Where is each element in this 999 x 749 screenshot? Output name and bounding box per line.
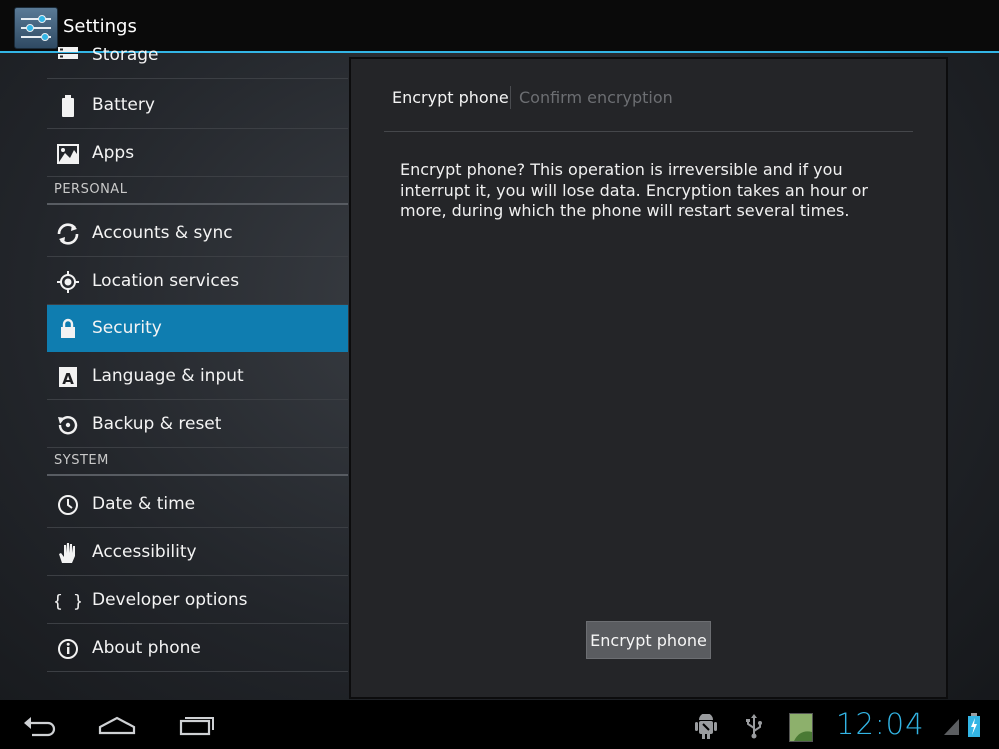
encrypt-warning-text: Encrypt phone? This operation is irrever…: [400, 160, 868, 220]
braces-icon: { }: [53, 589, 84, 613]
sidebar-item-apps[interactable]: Apps: [47, 130, 348, 177]
sidebar-item-label: Date & time: [92, 494, 196, 514]
sidebar-item-label: Accounts & sync: [92, 223, 233, 243]
apps-icon: [55, 142, 81, 166]
sidebar-item-about-phone[interactable]: About phone: [47, 625, 348, 672]
back-icon[interactable]: [16, 708, 66, 742]
section-header-label: SYSTEM: [54, 453, 109, 468]
svg-text:A: A: [62, 370, 74, 388]
storage-icon: [55, 44, 81, 68]
sidebar-item-label: About phone: [92, 638, 201, 658]
encrypt-phone-button[interactable]: Encrypt phone: [586, 621, 711, 659]
sidebar-item-label: Security: [92, 318, 162, 338]
location-icon: [55, 270, 81, 294]
sidebar-item-accounts-sync[interactable]: Accounts & sync: [47, 210, 348, 257]
sidebar-item-backup-reset[interactable]: Backup & reset: [47, 401, 348, 448]
sidebar-item-accessibility[interactable]: Accessibility: [47, 529, 348, 576]
recent-apps-icon[interactable]: [171, 708, 221, 742]
sidebar-item-label: Backup & reset: [92, 414, 222, 434]
breadcrumb-encrypt-phone[interactable]: Encrypt phone: [392, 88, 509, 107]
sidebar-item-label: Accessibility: [92, 542, 197, 562]
svg-text:{ }: { }: [55, 592, 81, 612]
section-header-system: SYSTEM: [47, 448, 348, 476]
sidebar-item-label: Language & input: [92, 366, 244, 386]
navigation-bar: 12:04: [0, 700, 999, 749]
backup-icon: [55, 413, 81, 437]
sidebar-item-label: Developer options: [92, 590, 248, 610]
panel-divider: [384, 131, 913, 132]
signal-icon[interactable]: [944, 715, 960, 741]
language-icon: A: [55, 365, 81, 389]
hand-icon: [55, 541, 81, 565]
section-header-label: PERSONAL: [54, 182, 128, 197]
sidebar-item-label: Location services: [92, 271, 240, 291]
battery-charging-icon[interactable]: [966, 712, 982, 742]
usb-icon[interactable]: [744, 714, 764, 744]
home-icon[interactable]: [92, 708, 142, 742]
sidebar-item-label: Apps: [92, 143, 135, 163]
encrypt-panel: Encrypt phone Confirm encryption Encrypt…: [349, 57, 948, 699]
breadcrumb-separator: [510, 86, 511, 109]
sidebar-item-date-time[interactable]: Date & time: [47, 481, 348, 528]
sidebar-item-storage[interactable]: Storage: [47, 32, 348, 79]
sync-icon: [55, 222, 81, 246]
lock-icon: [55, 317, 81, 341]
battery-icon: [55, 94, 81, 118]
sidebar-item-label: Battery: [92, 95, 155, 115]
sidebar-item-label: Storage: [92, 45, 159, 65]
clock-icon: [55, 493, 81, 517]
status-clock[interactable]: 12:04: [836, 707, 925, 741]
info-icon: [55, 637, 81, 661]
android-debug-icon[interactable]: [694, 713, 718, 744]
sidebar-item-security[interactable]: Security: [47, 305, 348, 352]
gallery-thumbnail-icon[interactable]: [789, 713, 813, 742]
sidebar-item-battery[interactable]: Battery: [47, 82, 348, 129]
sidebar-item-location-services[interactable]: Location services: [47, 258, 348, 305]
breadcrumb-confirm-encryption: Confirm encryption: [519, 88, 673, 107]
section-header-personal: PERSONAL: [47, 177, 348, 205]
sidebar-item-language-input[interactable]: A Language & input: [47, 353, 348, 400]
sidebar-item-developer-options[interactable]: { } Developer options: [47, 577, 348, 624]
